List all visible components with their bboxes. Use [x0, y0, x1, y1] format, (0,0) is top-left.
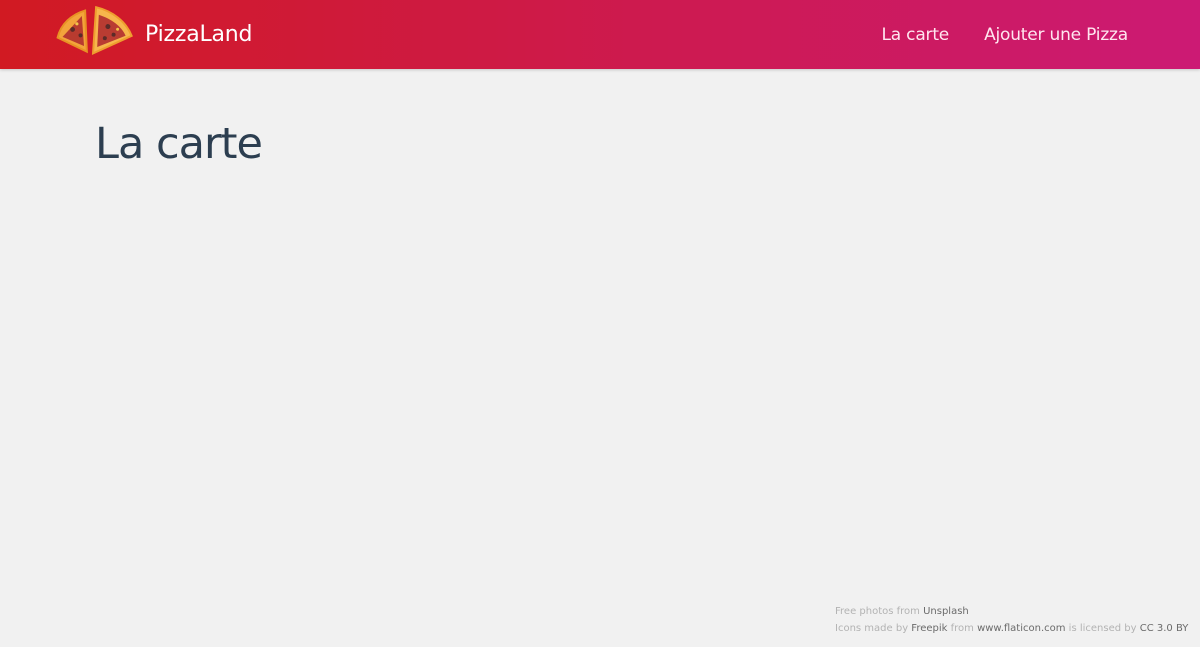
license-link[interactable]: CC 3.0 BY [1140, 623, 1189, 634]
photo-credit-line: Free photos from Unsplash [835, 603, 1195, 620]
page-title: La carte [95, 119, 263, 169]
freepik-link[interactable]: Freepik [911, 623, 947, 634]
credits-footer: Free photos from Unsplash Icons made by … [835, 603, 1195, 637]
icon-credit-prefix: Icons made by [835, 623, 912, 634]
flaticon-link[interactable]: www.flaticon.com [977, 623, 1065, 634]
unsplash-link[interactable]: Unsplash [923, 606, 969, 617]
photo-credit-prefix: Free photos from [835, 606, 924, 617]
main-nav: La carte Ajouter une Pizza [881, 22, 1128, 48]
nav-link-ajouter-pizza[interactable]: Ajouter une Pizza [984, 22, 1128, 48]
icon-credit-licensed: is licensed by [1065, 623, 1140, 634]
nav-link-la-carte[interactable]: La carte [881, 22, 949, 48]
brand-name[interactable]: PizzaLand [145, 20, 253, 50]
icon-credit-from: from [947, 623, 978, 634]
pizza-logo-icon[interactable] [54, 4, 134, 60]
site-header: PizzaLand La carte Ajouter une Pizza [0, 0, 1200, 69]
icon-credit-line: Icons made by Freepik from www.flaticon.… [835, 620, 1195, 637]
